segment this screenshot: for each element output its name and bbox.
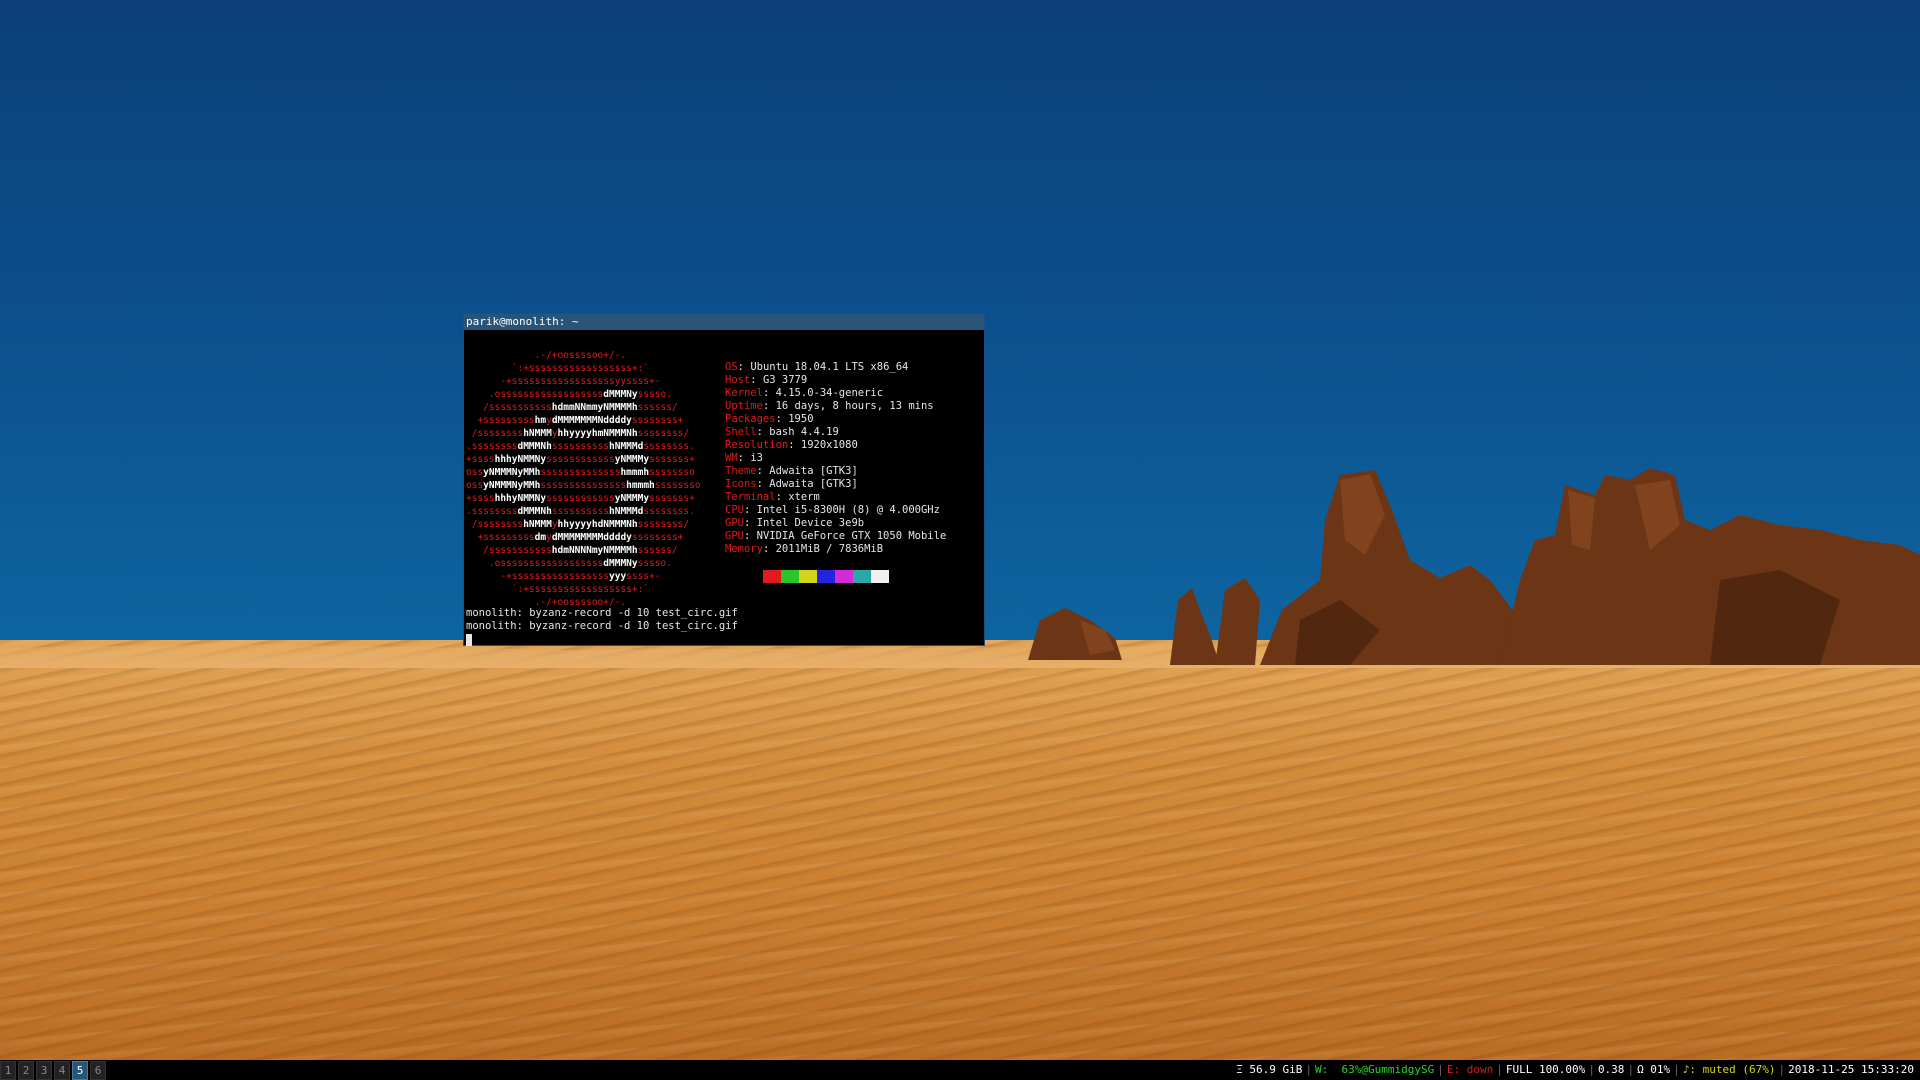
info-row-wm: WM: i3: [725, 452, 763, 464]
system-info-list: OS: Ubuntu 18.04.1 LTS x86_64 Host: G3 3…: [725, 361, 946, 556]
info-row-icons: Icons: Adwaita [GTK3]: [725, 478, 858, 490]
status-blocks: Ξ 56.9 GiB | W: 63%@GummidgySG | E: down | …: [1233, 1060, 1917, 1080]
info-row-packages: Packages: 1950: [725, 413, 814, 425]
workspace-button-5[interactable]: 5: [72, 1061, 88, 1080]
status-separator: |: [1627, 1063, 1635, 1076]
color-swatch: [745, 570, 763, 583]
workspace-button-6[interactable]: 6: [90, 1061, 106, 1080]
info-row-gpu-nvidia: GPU: NVIDIA GeForce GTX 1050 Mobile: [725, 530, 947, 542]
color-swatch: [835, 570, 853, 583]
info-row-cpu: CPU: Intel i5-8300H (8) @ 4.000GHz: [725, 504, 940, 516]
info-row-memory: Memory: 2011MiB / 7836MiB: [725, 543, 884, 555]
status-load: 0.38: [1597, 1063, 1625, 1076]
command-line: monolith: byzanz-record -d 10 test_circ.…: [466, 620, 738, 632]
wallpaper-rock-formations: [1028, 468, 1920, 665]
status-separator: |: [1496, 1063, 1503, 1076]
status-separator: |: [1305, 1063, 1312, 1076]
info-row-os: OS: Ubuntu 18.04.1 LTS x86_64: [725, 361, 909, 373]
info-row-gpu-intel: GPU: Intel Device 3e9b: [725, 517, 865, 529]
color-palette: [745, 570, 889, 583]
color-swatch: [871, 570, 889, 583]
info-row-shell: Shell: bash 4.4.19: [725, 426, 839, 438]
status-separator: |: [1437, 1063, 1444, 1076]
status-separator: |: [1588, 1063, 1595, 1076]
workspace-list: 1 2 3 4 5 6: [0, 1061, 108, 1080]
i3-status-bar: 1 2 3 4 5 6 Ξ 56.9 GiB | W: 63%@GummidgyS…: [0, 1060, 1920, 1080]
terminal-cursor[interactable]: [466, 634, 472, 646]
color-swatch: [763, 570, 781, 583]
status-separator: |: [1673, 1063, 1680, 1076]
color-swatch: [817, 570, 835, 583]
ubuntu-ascii-logo: .-/+oossssoo+/-. `:+ssssssssssssssssss+:…: [466, 350, 701, 608]
info-row-uptime: Uptime: 16 days, 8 hours, 13 mins: [725, 400, 934, 412]
info-row-host: Host: G3 3779: [725, 374, 808, 386]
terminal-window[interactable]: parik@monolith: ~ .-/+oossssoo+/-. `:+ss…: [463, 313, 985, 646]
workspace-button-3[interactable]: 3: [36, 1061, 52, 1080]
status-wifi: W: 63%@GummidgySG: [1315, 1063, 1435, 1076]
status-volume: ♪: muted (67%): [1682, 1063, 1776, 1076]
wallpaper-sand-dunes: [0, 640, 1920, 1060]
info-row-kernel: Kernel: 4.15.0-34-generic: [725, 387, 884, 399]
info-row-resolution: Resolution: 1920x1080: [725, 439, 858, 451]
workspace-button-4[interactable]: 4: [54, 1061, 70, 1080]
color-swatch: [781, 570, 799, 583]
info-row-terminal: Terminal: xterm: [725, 491, 820, 503]
command-history: monolith: byzanz-record -d 10 test_circ.…: [466, 607, 738, 633]
status-cpu: Ω 01%: [1637, 1063, 1671, 1076]
workspace-button-1[interactable]: 1: [0, 1061, 16, 1080]
status-ethernet: E: down: [1446, 1063, 1494, 1076]
terminal-content[interactable]: .-/+oossssoo+/-. `:+ssssssssssssssssss+:…: [464, 331, 984, 646]
terminal-title-bar[interactable]: parik@monolith: ~: [464, 314, 984, 330]
status-clock: 2018-11-25 15:33:20: [1788, 1063, 1914, 1076]
status-disk: Ξ 56.9 GiB: [1236, 1063, 1303, 1076]
color-swatch: [853, 570, 871, 583]
status-battery: FULL 100.00%: [1505, 1063, 1586, 1076]
workspace-button-2[interactable]: 2: [18, 1061, 34, 1080]
info-row-theme: Theme: Adwaita [GTK3]: [725, 465, 858, 477]
command-line: monolith: byzanz-record -d 10 test_circ.…: [466, 607, 738, 619]
color-swatch: [799, 570, 817, 583]
status-separator: |: [1778, 1063, 1786, 1076]
